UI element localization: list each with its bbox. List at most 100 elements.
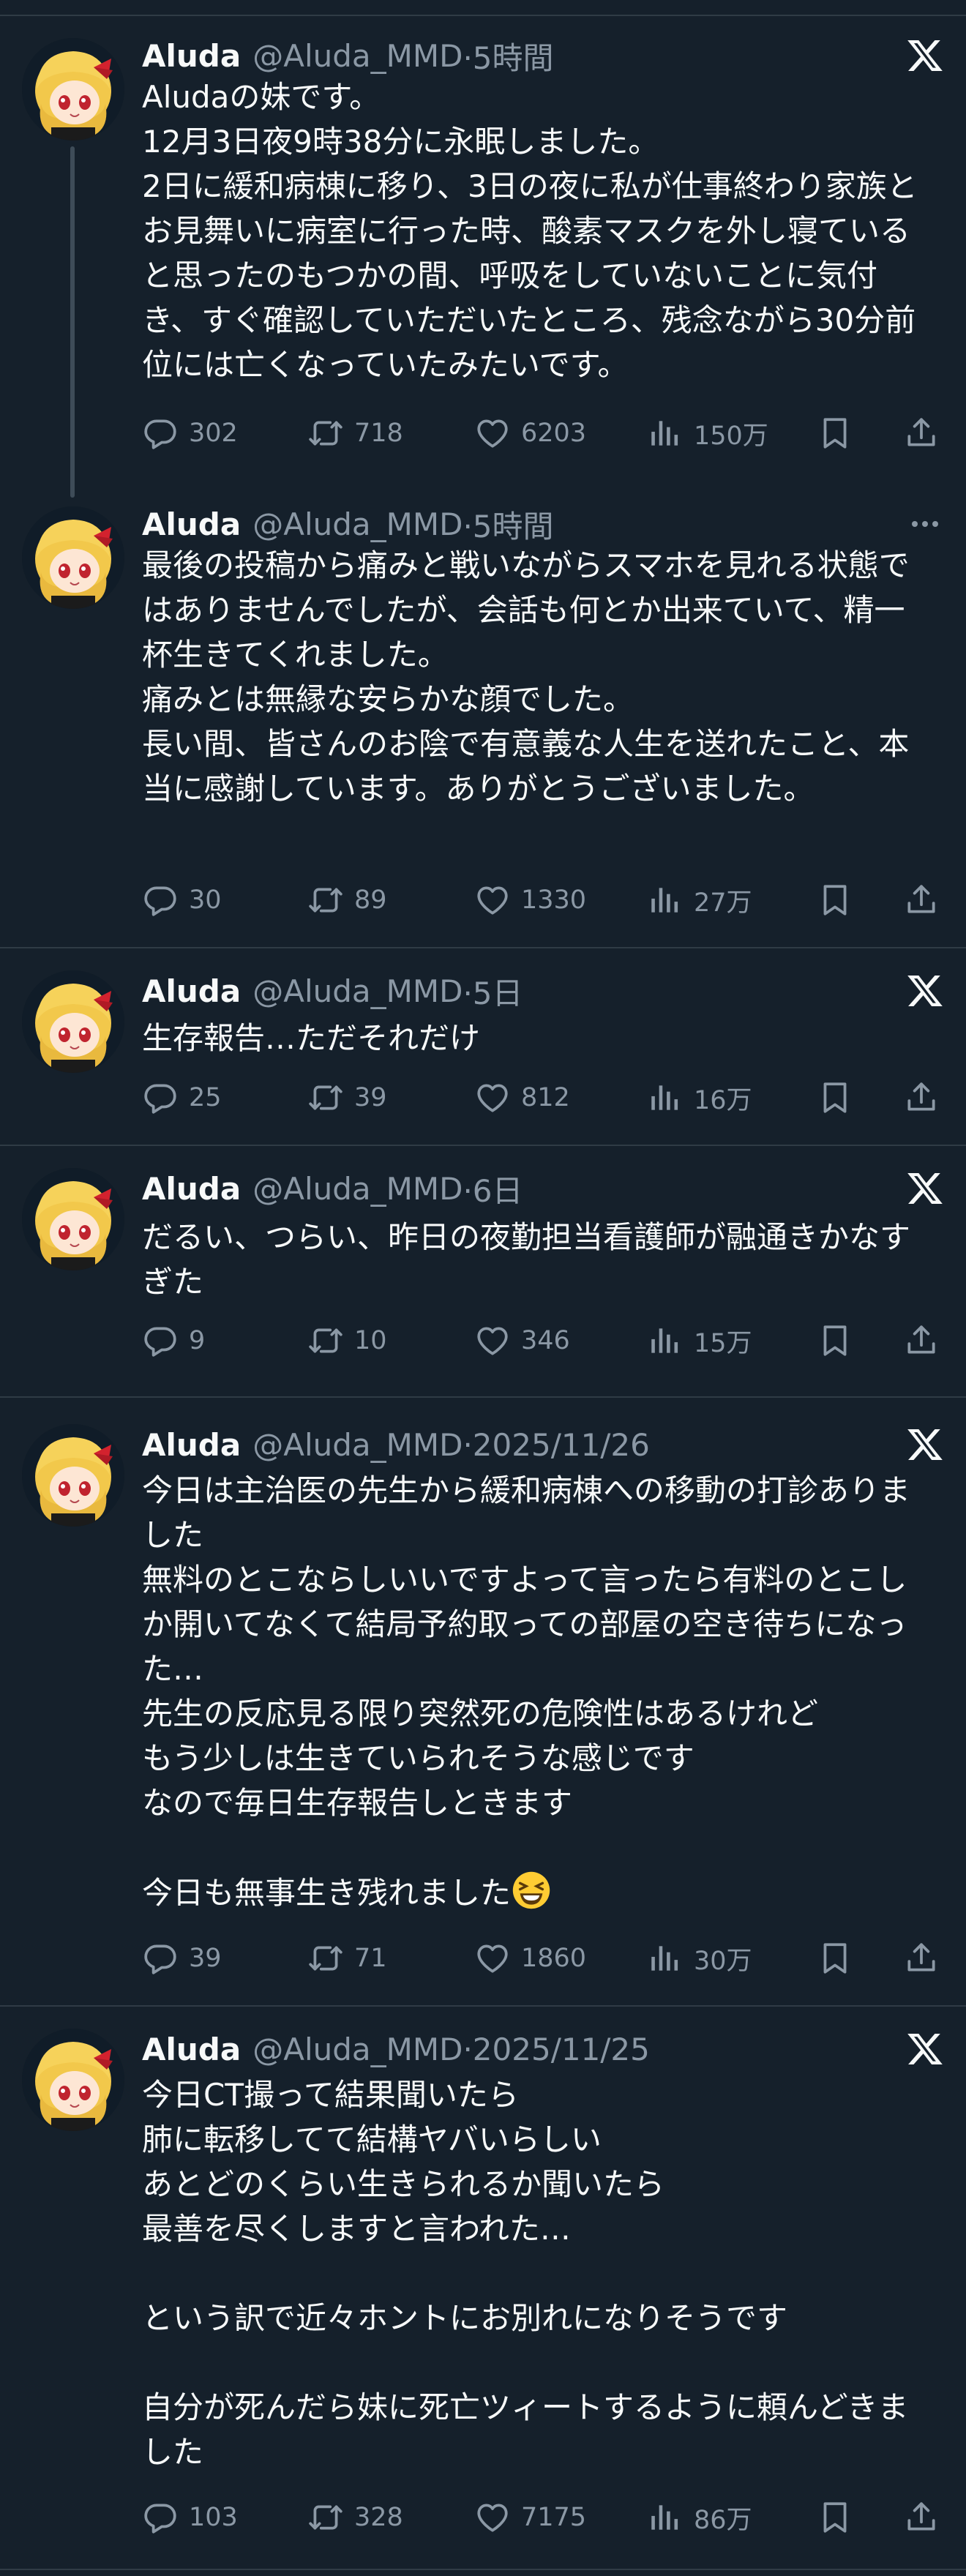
reply-button[interactable]: 25	[142, 1076, 222, 1120]
bookmark-icon	[817, 1079, 853, 1116]
views-button[interactable]: 150万	[647, 411, 768, 455]
display-name[interactable]: Aluda	[142, 1427, 241, 1463]
views-icon	[647, 882, 694, 918]
bookmark-button[interactable]	[817, 878, 853, 922]
retweet-icon	[307, 415, 354, 452]
like-button[interactable]: 1330	[474, 878, 586, 922]
reply-button[interactable]: 9	[142, 1319, 205, 1363]
likes-count: 812	[521, 1083, 570, 1112]
tweet-header: Aluda @Aluda_MMD ·5時間	[142, 502, 554, 546]
avatar[interactable]	[22, 970, 124, 1073]
x-logo-icon[interactable]	[905, 1424, 946, 1465]
avatar[interactable]	[22, 506, 124, 609]
share-icon	[903, 415, 940, 452]
share-icon	[903, 2499, 940, 2536]
like-button[interactable]: 7175	[474, 2496, 586, 2539]
share-button[interactable]	[903, 1076, 940, 1120]
likes-count: 7175	[521, 2503, 587, 2532]
reply-icon	[142, 2499, 189, 2536]
views-button[interactable]: 27万	[647, 878, 752, 922]
timestamp[interactable]: ·2025/11/26	[463, 1427, 649, 1463]
views-button[interactable]: 15万	[647, 1319, 752, 1363]
top-divider	[0, 0, 966, 16]
retweet-button[interactable]: 10	[307, 1319, 387, 1363]
share-button[interactable]	[903, 411, 940, 455]
share-button[interactable]	[903, 2496, 940, 2539]
reply-button[interactable]: 103	[142, 2496, 238, 2539]
timestamp[interactable]: ·6日	[463, 1167, 523, 1211]
tweet-text-content: 今日は主治医の先生から緩和病棟への移動の打診ありました 無料のとこならしいいです…	[142, 1472, 911, 1911]
x-logo-icon[interactable]	[905, 970, 946, 1011]
like-button[interactable]: 6203	[474, 411, 586, 455]
tweet-divider	[0, 1396, 966, 1398]
reply-button[interactable]: 39	[142, 1936, 222, 1980]
x-logo-icon[interactable]	[905, 1168, 946, 1209]
views-button[interactable]: 16万	[647, 1076, 752, 1120]
user-handle[interactable]: @Aluda_MMD	[252, 2032, 463, 2067]
reply-icon	[142, 1079, 189, 1116]
avatar[interactable]	[22, 2029, 124, 2131]
likes-count: 1330	[521, 886, 587, 915]
bookmark-button[interactable]	[817, 1076, 853, 1120]
display-name[interactable]: Aluda	[142, 1171, 241, 1207]
share-button[interactable]	[903, 1936, 940, 1980]
avatar[interactable]	[22, 38, 124, 141]
timestamp[interactable]: ·2025/11/25	[463, 2032, 649, 2067]
retweets-count: 10	[354, 1326, 387, 1355]
display-name[interactable]: Aluda	[142, 973, 241, 1009]
display-name[interactable]: Aluda	[142, 2032, 241, 2067]
bookmark-button[interactable]	[817, 2496, 853, 2539]
user-handle[interactable]: @Aluda_MMD	[252, 1171, 463, 1207]
retweet-button[interactable]: 71	[307, 1936, 387, 1980]
views-button[interactable]: 30万	[647, 1936, 752, 1980]
retweets-count: 89	[354, 886, 387, 915]
user-handle[interactable]: @Aluda_MMD	[252, 973, 463, 1009]
retweet-button[interactable]: 39	[307, 1076, 387, 1120]
retweet-icon	[307, 2499, 354, 2536]
views-count: 150万	[694, 421, 768, 451]
views-button[interactable]: 86万	[647, 2496, 752, 2539]
timestamp[interactable]: ·5時間	[463, 34, 553, 78]
retweet-button[interactable]: 89	[307, 878, 387, 922]
avatar[interactable]	[22, 1168, 124, 1270]
user-handle[interactable]: @Aluda_MMD	[252, 506, 463, 542]
share-button[interactable]	[903, 1319, 940, 1363]
bookmark-button[interactable]	[817, 411, 853, 455]
share-button[interactable]	[903, 878, 940, 922]
reply-icon	[142, 882, 189, 918]
reply-icon	[142, 1940, 189, 1977]
retweet-button[interactable]: 328	[307, 2496, 403, 2539]
tweet-text-content: 最後の投稿から痛みと戦いながらスマホを見れる状態ではありませんでしたが、会話も何…	[142, 547, 910, 806]
like-button[interactable]: 1860	[474, 1936, 586, 1980]
views-count: 15万	[694, 1328, 752, 1358]
views-count: 16万	[694, 1085, 752, 1115]
replies-count: 39	[189, 1944, 222, 1973]
x-logo-icon[interactable]	[905, 2029, 946, 2070]
like-button[interactable]: 346	[474, 1319, 570, 1363]
reply-button[interactable]: 30	[142, 878, 222, 922]
share-icon	[903, 882, 940, 918]
reply-icon	[142, 1322, 189, 1359]
display-name[interactable]: Aluda	[142, 506, 241, 542]
tweet-header: Aluda @Aluda_MMD ·2025/11/26	[142, 1423, 650, 1467]
retweet-button[interactable]: 718	[307, 411, 403, 455]
retweet-icon	[307, 1322, 354, 1359]
views-icon	[647, 415, 694, 452]
like-icon	[474, 882, 521, 918]
timestamp[interactable]: ·5日	[463, 969, 523, 1014]
user-handle[interactable]: @Aluda_MMD	[252, 1427, 463, 1463]
bookmark-button[interactable]	[817, 1936, 853, 1980]
user-handle[interactable]: @Aluda_MMD	[252, 38, 463, 74]
x-logo-icon[interactable]	[905, 35, 946, 76]
more-icon[interactable]	[905, 503, 946, 544]
display-name[interactable]: Aluda	[142, 38, 241, 74]
replies-count: 30	[189, 886, 222, 915]
reply-button[interactable]: 302	[142, 411, 238, 455]
bookmark-button[interactable]	[817, 1319, 853, 1363]
timestamp[interactable]: ·5時間	[463, 502, 553, 547]
bookmark-icon	[817, 2499, 853, 2536]
like-button[interactable]: 812	[474, 1076, 570, 1120]
tweet-header: Aluda @Aluda_MMD ·6日	[142, 1167, 523, 1210]
avatar[interactable]	[22, 1424, 124, 1527]
share-icon	[903, 1322, 940, 1359]
